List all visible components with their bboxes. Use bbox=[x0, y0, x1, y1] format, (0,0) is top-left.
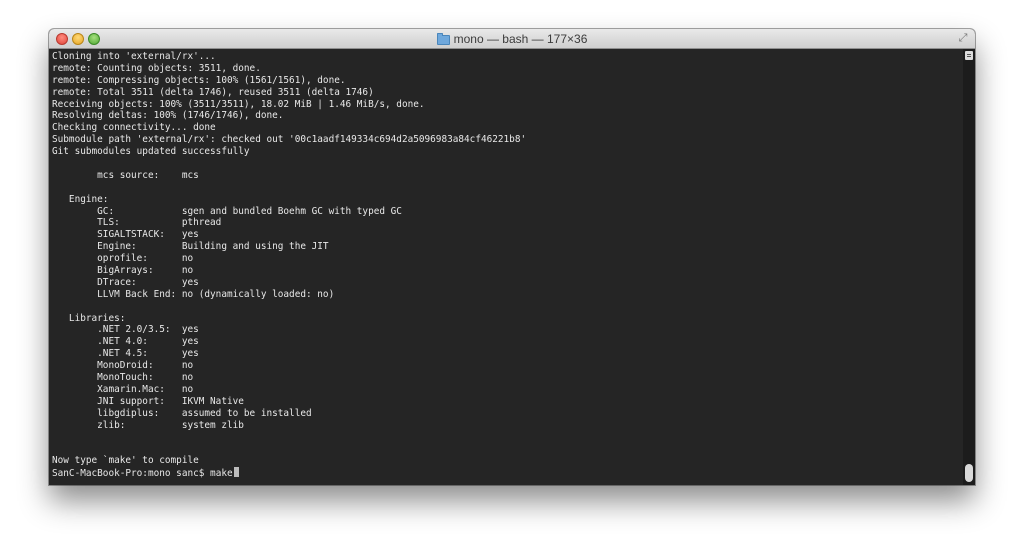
terminal-output: Cloning into 'external/rx'... remote: Cou… bbox=[52, 51, 961, 479]
terminal-line: .NET 2.0/3.5: yes bbox=[52, 324, 199, 336]
terminal-line: remote: Total 3511 (delta 1746), reused … bbox=[52, 86, 374, 98]
terminal-line: mcs source: mcs bbox=[52, 169, 199, 181]
text-cursor bbox=[233, 467, 239, 478]
terminal-line: Engine: Building and using the JIT bbox=[52, 241, 329, 253]
terminal-line: MonoTouch: no bbox=[52, 372, 194, 384]
terminal-line: SIGALTSTACK: yes bbox=[52, 229, 199, 241]
terminal-line: remote: Counting objects: 3511, done. bbox=[52, 62, 261, 74]
terminal-line: Submodule path 'external/rx': checked ou… bbox=[52, 134, 527, 146]
terminal-line: oprofile: no bbox=[52, 253, 194, 265]
fullscreen-icon[interactable]: ⤢ bbox=[957, 32, 969, 44]
terminal-line: TLS: pthread bbox=[52, 217, 222, 229]
terminal-line: remote: Compressing objects: 100% (1561/… bbox=[52, 74, 346, 86]
terminal-line: LLVM Back End: no (dynamically loaded: n… bbox=[52, 288, 335, 300]
terminal-line: libgdiplus: assumed to be installed bbox=[52, 407, 312, 419]
terminal-line: Checking connectivity... done bbox=[52, 122, 216, 134]
terminal-line: zlib: system zlib bbox=[52, 419, 244, 431]
terminal-line: Now type `make' to compile bbox=[52, 455, 199, 467]
terminal-line: Cloning into 'external/rx'... bbox=[52, 51, 216, 62]
terminal-line: Resolving deltas: 100% (1746/1746), done… bbox=[52, 110, 284, 122]
terminal-line: Xamarin.Mac: no bbox=[52, 383, 194, 395]
command-input[interactable]: make bbox=[210, 468, 233, 479]
terminal-line: MonoDroid: no bbox=[52, 360, 194, 372]
terminal-line: .NET 4.5: yes bbox=[52, 348, 199, 360]
terminal-line: BigArrays: no bbox=[52, 265, 194, 277]
window-title: mono — bash — 177×36 bbox=[49, 31, 975, 47]
terminal-line: Receiving objects: 100% (3511/3511), 18.… bbox=[52, 98, 425, 110]
terminal-line: GC: sgen and bundled Boehm GC with typed… bbox=[52, 205, 402, 217]
terminal-line: Engine: bbox=[52, 193, 109, 205]
terminal-line: Git submodules updated successfully bbox=[52, 146, 250, 158]
prompt-line[interactable]: SanC-MacBook-Pro:mono sanc$ make bbox=[52, 467, 961, 479]
title-bar[interactable]: mono — bash — 177×36 ⤢ bbox=[49, 29, 975, 49]
terminal-line: Libraries: bbox=[52, 312, 126, 324]
terminal-view[interactable]: Cloning into 'external/rx'... remote: Cou… bbox=[49, 49, 975, 485]
terminal-window: mono — bash — 177×36 ⤢ Cloning into 'ext… bbox=[49, 29, 975, 485]
scrollbar-menu-icon[interactable] bbox=[965, 51, 973, 60]
scrollbar-thumb[interactable] bbox=[965, 464, 973, 482]
terminal-line: .NET 4.0: yes bbox=[52, 336, 199, 348]
window-title-text: mono — bash — 177×36 bbox=[453, 32, 588, 46]
terminal-line: JNI support: IKVM Native bbox=[52, 395, 244, 407]
terminal-line: DTrace: yes bbox=[52, 276, 199, 288]
shell-prompt: SanC-MacBook-Pro:mono sanc$ bbox=[52, 468, 211, 480]
scrollbar[interactable] bbox=[963, 49, 975, 485]
folder-icon bbox=[436, 33, 450, 45]
